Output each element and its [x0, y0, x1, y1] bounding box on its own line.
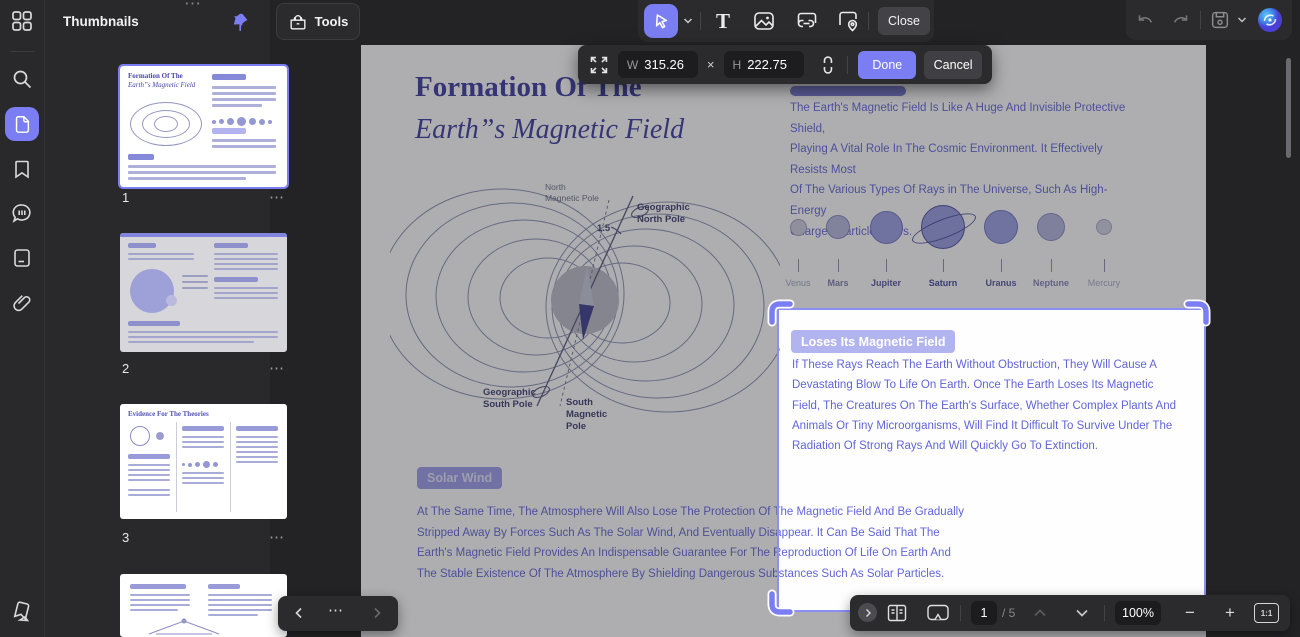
page-edit-icon[interactable]	[11, 247, 33, 269]
expand-bar-button[interactable]	[858, 603, 877, 622]
app-menu-icon[interactable]	[11, 10, 33, 32]
cancel-button[interactable]: Cancel	[924, 51, 982, 79]
panel-drag-handle[interactable]: ⋯	[184, 0, 203, 14]
view-controls-bar: / 5 − + 1:1	[850, 595, 1290, 631]
comments-icon[interactable]	[11, 202, 33, 224]
left-icon-rail	[0, 0, 45, 637]
next-page-icon[interactable]	[1074, 607, 1090, 619]
sidebar-item-thumbnails-active[interactable]	[5, 107, 39, 141]
image-tool-button[interactable]	[752, 9, 776, 33]
actual-size-button[interactable]: 1:1	[1254, 603, 1279, 623]
link-tool-button[interactable]	[795, 9, 819, 33]
resize-toolbar: W × H Done Cancel	[578, 45, 992, 84]
more-pages-icon[interactable]: ⋯	[328, 601, 344, 619]
pin-icon[interactable]	[229, 10, 251, 32]
thumbnail-page-2[interactable]	[120, 233, 287, 352]
rail-divider	[10, 51, 34, 52]
toolbox-icon	[288, 12, 308, 32]
thumb4-diagram	[144, 618, 224, 636]
thumbnail-page-1[interactable]: Formation Of The Earth”s Magnetic Field	[120, 66, 287, 187]
chevron-right-icon	[863, 608, 873, 618]
history-toolbar	[1126, 0, 1292, 40]
height-field[interactable]: H	[724, 51, 804, 78]
account-avatar[interactable]	[1257, 7, 1283, 33]
text-tool-button[interactable]: T	[711, 9, 735, 33]
selected-object-frame[interactable]	[777, 308, 1206, 612]
width-field[interactable]: W	[618, 51, 698, 78]
zoom-field[interactable]	[1115, 601, 1161, 625]
pdf-editor-window: Formation Of The Earth”s Magnetic Field …	[0, 0, 1300, 637]
page-number-input[interactable]	[971, 606, 997, 620]
select-tool-chevron-icon[interactable]	[682, 16, 694, 26]
presentation-icon[interactable]	[926, 602, 950, 624]
height-label: H	[733, 58, 742, 72]
panel-title: Thumbnails	[63, 14, 139, 29]
save-options-chevron-icon[interactable]	[1236, 15, 1248, 25]
thumbnail-page-3[interactable]: Evidence For The Theories	[120, 404, 287, 519]
zoom-in-button[interactable]: +	[1220, 601, 1240, 625]
expand-icon[interactable]	[588, 54, 610, 76]
thumb1-title: Formation Of The	[128, 72, 183, 80]
constrain-proportions-icon[interactable]	[818, 54, 838, 76]
toolbar-divider	[868, 12, 869, 30]
previous-page-icon[interactable]	[1032, 607, 1048, 619]
page-view-icon[interactable]	[886, 602, 908, 624]
page-thumbnails-icon	[12, 114, 32, 134]
cursor-icon	[651, 11, 671, 31]
toolbar-divider	[960, 605, 961, 621]
select-tool-button[interactable]	[644, 4, 678, 38]
undo-icon[interactable]	[1134, 9, 1156, 31]
thumbnail-1-number: 1	[122, 190, 129, 205]
next-icon[interactable]	[370, 606, 384, 620]
thumbnail-2-number: 2	[122, 361, 129, 376]
page-nav-mini-bar: ⋯	[278, 596, 398, 631]
page-dim-overlay	[361, 308, 777, 612]
zoom-input[interactable]	[1115, 606, 1161, 620]
done-button[interactable]: Done	[858, 51, 916, 79]
search-icon[interactable]	[11, 68, 33, 90]
thumbnail-2-more-icon[interactable]: ⋯	[269, 359, 285, 377]
multiply-glyph: ×	[707, 57, 715, 72]
thumbnail-page-4[interactable]	[120, 574, 287, 637]
selection-handle-top-right[interactable]	[1183, 299, 1211, 327]
brand-icon[interactable]	[11, 601, 33, 623]
vertical-scrollbar-thumb[interactable]	[1286, 58, 1291, 158]
page-total-label: / 5	[1002, 606, 1015, 620]
thumb3-title: Evidence For The Theories	[128, 410, 209, 418]
width-input[interactable]	[644, 57, 692, 72]
selection-handle-top-left[interactable]	[767, 299, 795, 327]
bookmarks-icon[interactable]	[11, 158, 33, 180]
toolbar-divider	[1104, 605, 1105, 621]
selection-handle-bottom-left[interactable]	[767, 589, 795, 617]
attachments-icon[interactable]	[11, 292, 33, 314]
tools-button[interactable]: Tools	[276, 3, 360, 40]
thumbnails-panel: ⋯ Thumbnails Formation Of The Earth”s Ma…	[45, 0, 270, 637]
thumbnail-3-more-icon[interactable]: ⋯	[269, 528, 285, 546]
tools-label: Tools	[315, 14, 349, 29]
location-tool-button[interactable]	[836, 9, 860, 33]
thumbnail-1-more-icon[interactable]: ⋯	[269, 188, 285, 206]
toolbar-divider	[700, 12, 701, 30]
toolbar-divider	[847, 56, 848, 74]
thumbnail-3-number: 3	[122, 530, 129, 545]
width-label: W	[627, 58, 638, 72]
page-dim-overlay	[361, 45, 1206, 308]
zoom-out-button[interactable]: −	[1180, 601, 1200, 625]
close-button[interactable]: Close	[878, 7, 930, 35]
save-icon[interactable]	[1209, 9, 1231, 31]
page-number-field[interactable]	[971, 601, 997, 625]
redo-icon[interactable]	[1170, 9, 1192, 31]
height-input[interactable]	[747, 57, 795, 72]
toolbar-divider	[1200, 11, 1201, 29]
prev-icon[interactable]	[292, 606, 306, 620]
edit-toolbar: T Close	[638, 0, 934, 42]
